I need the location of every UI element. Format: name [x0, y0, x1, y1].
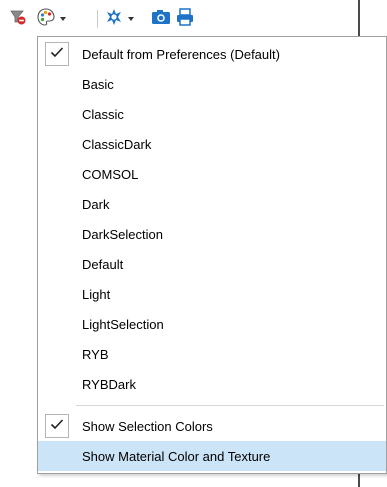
menu-item-basic[interactable]: Basic [38, 69, 386, 99]
menu-item-label: Show Material Color and Texture [82, 448, 271, 464]
camera-icon [151, 8, 171, 31]
clear-selection-button[interactable] [8, 8, 28, 30]
menu-item-label: Light [82, 286, 111, 302]
menu-item-light[interactable]: Light [38, 279, 386, 309]
menu-item-label: RYB [82, 346, 109, 362]
clear-selection-icon [9, 8, 27, 31]
color-theme-menu: Default from Preferences (Default) Basic… [37, 36, 387, 474]
menu-item-rybdark[interactable]: RYBDark [38, 369, 386, 399]
graphics-toolbar [0, 0, 387, 36]
scene-light-dropdown-button[interactable] [104, 8, 138, 30]
print-icon [175, 7, 195, 32]
menu-separator [76, 405, 384, 406]
checkmark-box [45, 42, 69, 66]
menu-item-comsol[interactable]: COMSOL [38, 159, 386, 189]
image-snapshot-button[interactable] [150, 8, 172, 30]
menu-item-darkselection[interactable]: DarkSelection [38, 219, 386, 249]
menu-item-label: DarkSelection [82, 226, 163, 242]
chevron-down-icon [60, 17, 66, 21]
menu-item-label: Default [82, 256, 124, 272]
menu-item-default[interactable]: Default [38, 249, 386, 279]
menu-item-label: LightSelection [82, 316, 164, 332]
menu-item-label: Default from Preferences (Default) [82, 46, 280, 62]
scene-light-icon [104, 7, 124, 32]
menu-item-ryb[interactable]: RYB [38, 339, 386, 369]
menu-item-default-from-preferences[interactable]: Default from Preferences (Default) [38, 39, 386, 69]
toolbar-separator [97, 10, 98, 28]
print-button[interactable] [174, 7, 196, 32]
menu-item-classic[interactable]: Classic [38, 99, 386, 129]
checkmark-box [45, 414, 69, 438]
graphics-window: Default from Preferences (Default) Basic… [0, 0, 387, 487]
checkmark-icon [50, 45, 64, 63]
menu-item-label: COMSOL [82, 166, 139, 182]
menu-item-label: Classic [82, 106, 124, 122]
checkmark-icon [50, 417, 64, 435]
menu-item-label: ClassicDark [82, 136, 152, 152]
menu-item-label: Dark [82, 196, 110, 212]
menu-item-label: Basic [82, 76, 114, 92]
chevron-down-icon [128, 17, 134, 21]
menu-item-dark[interactable]: Dark [38, 189, 386, 219]
color-theme-dropdown-button[interactable] [36, 7, 72, 32]
menu-item-show-selection-colors[interactable]: Show Selection Colors [38, 411, 386, 441]
menu-item-label: RYBDark [82, 376, 136, 392]
color-theme-icon [36, 7, 56, 32]
menu-item-classicdark[interactable]: ClassicDark [38, 129, 386, 159]
menu-item-label: Show Selection Colors [82, 418, 213, 434]
menu-item-lightselection[interactable]: LightSelection [38, 309, 386, 339]
menu-item-show-material-color-and-texture[interactable]: Show Material Color and Texture [38, 441, 386, 471]
